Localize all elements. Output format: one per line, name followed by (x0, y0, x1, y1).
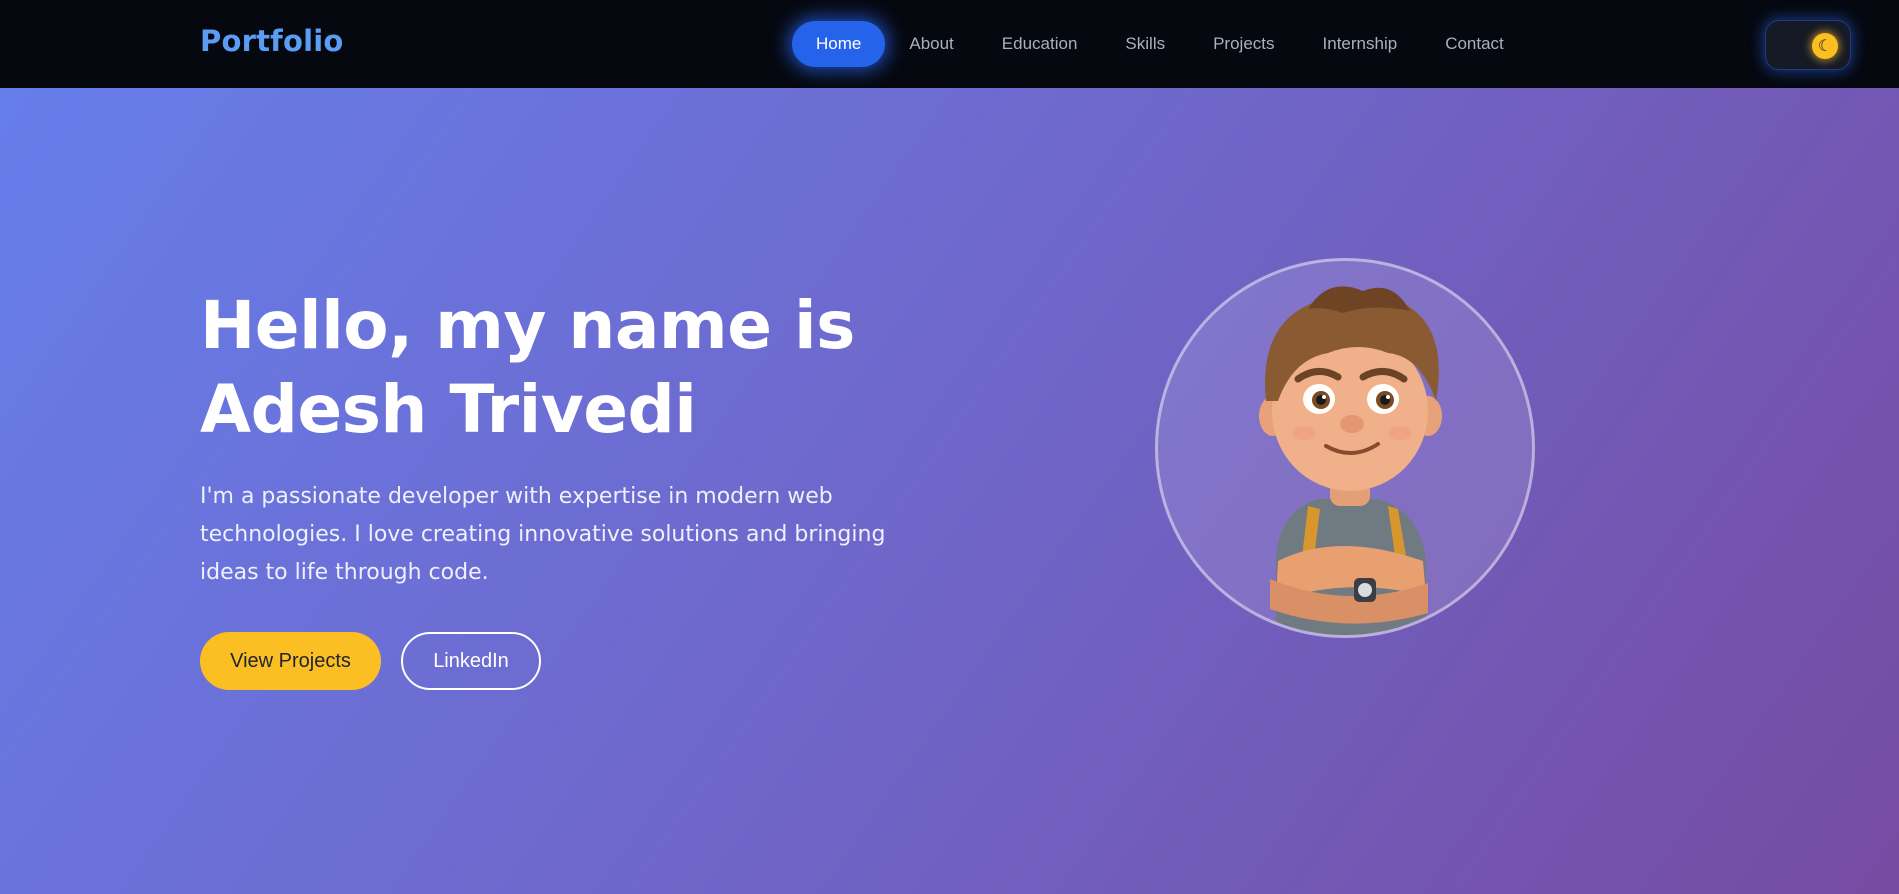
brand-logo[interactable]: Portfolio (200, 24, 344, 58)
hero-section: Hello, my name is Adesh Trivedi I'm a pa… (0, 88, 1899, 894)
nav-item-projects[interactable]: Projects (1189, 21, 1298, 67)
nav-links: Home About Education Skills Projects Int… (792, 21, 1528, 67)
linkedin-button[interactable]: LinkedIn (401, 632, 541, 690)
hero-title: Hello, my name is Adesh Trivedi (200, 284, 960, 452)
view-projects-button[interactable]: View Projects (200, 632, 381, 690)
nav-item-education[interactable]: Education (978, 21, 1102, 67)
cartoon-boy-avatar (1259, 286, 1442, 635)
navbar: Portfolio Home About Education Skills Pr… (0, 0, 1899, 88)
nav-item-skills[interactable]: Skills (1101, 21, 1189, 67)
avatar (1155, 258, 1535, 638)
nav-item-about[interactable]: About (885, 21, 977, 67)
hero-title-name: Adesh Trivedi (200, 371, 697, 448)
hero-title-line1: Hello, my name is (200, 287, 855, 364)
hero-description: I'm a passionate developer with expertis… (200, 484, 886, 585)
moon-icon: ☾ (1812, 33, 1838, 59)
nav-item-home[interactable]: Home (792, 21, 886, 67)
nav-item-internship[interactable]: Internship (1299, 21, 1422, 67)
nav-item-contact[interactable]: Contact (1421, 21, 1528, 67)
theme-toggle[interactable]: ☾ (1765, 20, 1851, 70)
